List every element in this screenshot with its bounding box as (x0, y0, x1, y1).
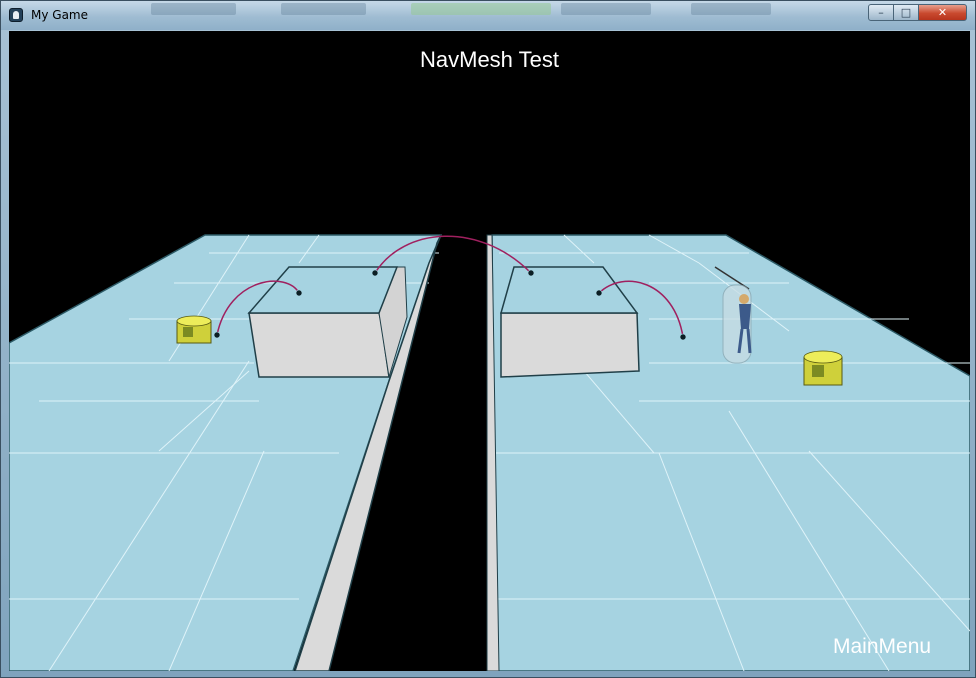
background-taskbar-glimpse (151, 3, 236, 15)
window-title: My Game (31, 8, 88, 22)
background-taskbar-glimpse (281, 3, 366, 15)
right-crate (803, 350, 843, 386)
main-menu-button[interactable]: MainMenu (833, 635, 931, 659)
right-block-front (500, 312, 640, 378)
left-block-front (248, 312, 390, 378)
title-bar[interactable]: My Game – □ ✕ (1, 1, 975, 30)
scene-title: NavMesh Test (420, 47, 559, 72)
left-crate (176, 315, 212, 344)
background-taskbar-glimpse (691, 3, 771, 15)
close-button[interactable]: ✕ (918, 4, 967, 21)
background-taskbar-glimpse (411, 3, 551, 15)
game-window: My Game – □ ✕ NavMesh Test MainMenu (0, 0, 976, 678)
maximize-button[interactable]: □ (893, 4, 919, 21)
background-taskbar-glimpse (561, 3, 651, 15)
game-viewport[interactable]: NavMesh Test MainMenu (9, 31, 970, 671)
game-app-icon (9, 8, 23, 22)
minimize-button[interactable]: – (868, 4, 894, 21)
scene-3d (9, 234, 970, 671)
